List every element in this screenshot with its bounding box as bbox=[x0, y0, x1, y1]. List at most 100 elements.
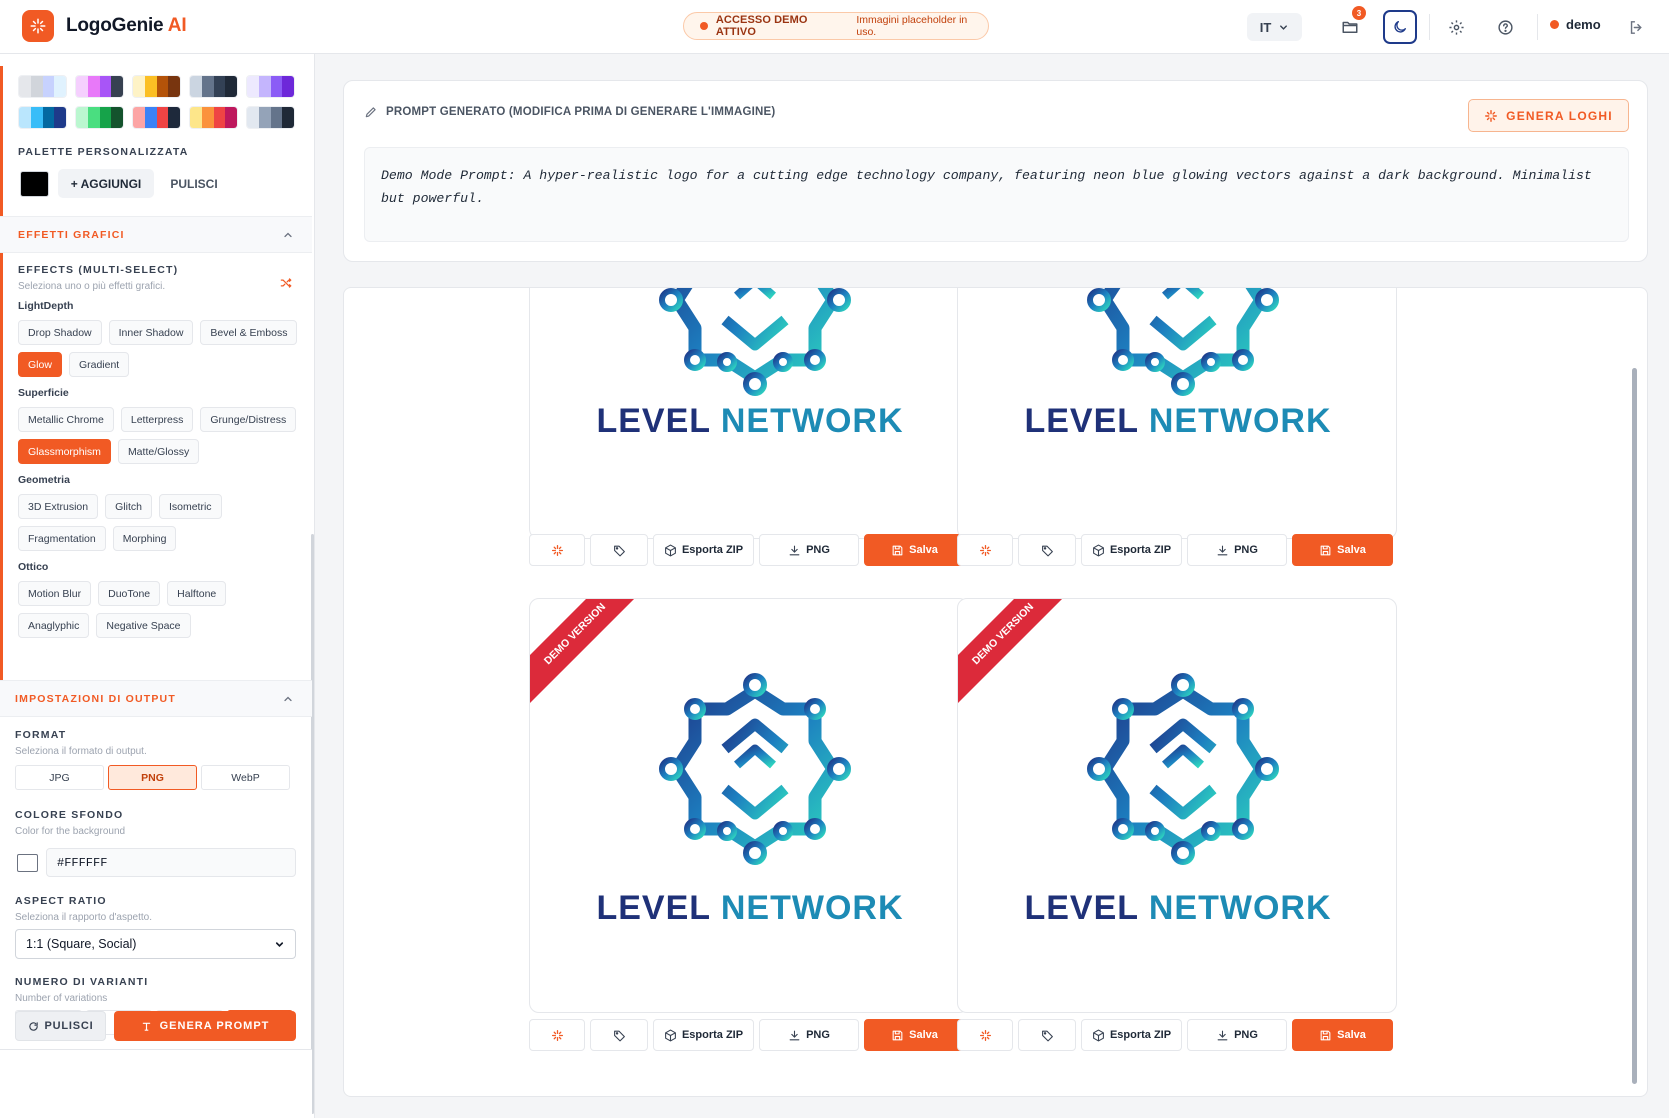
effects-section-header[interactable]: EFFETTI GRAFICI bbox=[0, 216, 312, 253]
online-dot bbox=[1550, 20, 1559, 29]
effect-chip[interactable]: Grunge/Distress bbox=[200, 407, 297, 432]
save-button[interactable]: Salva bbox=[1292, 1019, 1393, 1051]
tag-button[interactable] bbox=[1018, 1019, 1076, 1051]
results-panel: LEVEL NETWORK Esporta ZIP PNG Salva LEVEL NE… bbox=[343, 287, 1648, 1097]
generate-logos-button[interactable]: GENERA LOGHI bbox=[1468, 99, 1629, 132]
palette-swatch[interactable] bbox=[132, 75, 181, 98]
package-icon bbox=[1093, 544, 1104, 556]
save-button[interactable]: Salva bbox=[1292, 534, 1393, 566]
output-section-header[interactable]: IMPOSTAZIONI DI OUTPUT bbox=[0, 680, 312, 717]
tag-button[interactable] bbox=[1018, 534, 1076, 566]
palette-swatch[interactable] bbox=[246, 106, 295, 129]
palette-color bbox=[42, 76, 55, 97]
palette-swatch[interactable] bbox=[246, 75, 295, 98]
help-button[interactable] bbox=[1489, 12, 1521, 42]
clear-palette-button[interactable]: PULISCI bbox=[164, 169, 224, 198]
effect-chip[interactable]: Halftone bbox=[167, 581, 227, 606]
effect-chip[interactable]: Letterpress bbox=[120, 407, 194, 432]
palette-color bbox=[54, 76, 66, 97]
download-png-button[interactable]: PNG bbox=[759, 1019, 859, 1051]
format-option[interactable]: PNG bbox=[108, 765, 197, 790]
palette-swatch[interactable] bbox=[189, 75, 238, 98]
color-picker[interactable] bbox=[20, 171, 49, 197]
user-menu[interactable]: demo bbox=[1550, 17, 1601, 32]
palette-color bbox=[213, 76, 226, 97]
variation-button[interactable] bbox=[529, 534, 585, 566]
effect-chip[interactable]: Motion Blur bbox=[18, 581, 92, 606]
effect-chip[interactable]: Metallic Chrome bbox=[18, 407, 114, 432]
language-select[interactable]: IT bbox=[1247, 13, 1302, 41]
palette-swatch[interactable] bbox=[18, 106, 67, 129]
effect-chip[interactable]: Negative Space bbox=[96, 613, 191, 638]
effect-chip[interactable]: Matte/Glossy bbox=[117, 439, 200, 464]
effect-chip[interactable]: Anaglyphic bbox=[18, 613, 90, 638]
export-zip-button[interactable]: Esporta ZIP bbox=[653, 534, 754, 566]
variation-button[interactable] bbox=[529, 1019, 585, 1051]
logo-word-1: LEVEL bbox=[596, 402, 711, 440]
generate-prompt-button[interactable]: GENERA PROMPT bbox=[114, 1011, 296, 1041]
effect-chip[interactable]: Inner Shadow bbox=[108, 320, 194, 345]
sparkles-icon[interactable] bbox=[22, 10, 54, 42]
sparkles-icon bbox=[551, 544, 563, 556]
format-option[interactable]: WebP bbox=[201, 765, 290, 790]
add-color-button[interactable]: + AGGIUNGI bbox=[58, 169, 154, 198]
clear-all-button[interactable]: PULISCI bbox=[15, 1011, 106, 1041]
effect-chip[interactable]: Glitch bbox=[105, 494, 152, 519]
settings-button[interactable] bbox=[1440, 12, 1472, 42]
effect-chip[interactable]: Fragmentation bbox=[18, 526, 106, 551]
logout-button[interactable] bbox=[1620, 12, 1652, 42]
effect-chip[interactable]: Gradient bbox=[68, 352, 130, 377]
palette-swatch[interactable] bbox=[75, 75, 124, 98]
save-button[interactable]: Salva bbox=[864, 534, 965, 566]
download-png-button[interactable]: PNG bbox=[759, 534, 859, 566]
palette-color bbox=[225, 76, 237, 97]
download-icon bbox=[1217, 1030, 1228, 1040]
projects-badge: 3 bbox=[1352, 6, 1366, 20]
effect-chip[interactable]: Glow bbox=[18, 352, 62, 377]
effect-chip[interactable]: Bevel & Emboss bbox=[200, 320, 298, 345]
prompt-textarea[interactable]: Demo Mode Prompt: A hyper-realistic logo… bbox=[364, 147, 1629, 242]
effect-chip[interactable]: Isometric bbox=[158, 494, 222, 519]
palette-color bbox=[87, 107, 100, 128]
bg-color-swatch[interactable] bbox=[17, 854, 38, 872]
sidebar-scrollbar[interactable] bbox=[311, 534, 314, 1114]
palette-swatch[interactable] bbox=[189, 106, 238, 129]
bg-color-input[interactable]: #FFFFFF bbox=[46, 848, 296, 877]
variation-button[interactable] bbox=[957, 1019, 1013, 1051]
palette-swatch[interactable] bbox=[18, 75, 67, 98]
custom-palette-label: PALETTE PERSONALIZZATA bbox=[18, 146, 189, 158]
effect-chip[interactable]: 3D Extrusion bbox=[18, 494, 99, 519]
export-zip-button[interactable]: Esporta ZIP bbox=[1081, 1019, 1182, 1051]
aspect-ratio-select[interactable]: 1:1 (Square, Social) bbox=[15, 929, 296, 959]
logo-mark-image bbox=[655, 669, 855, 869]
help-circle-icon bbox=[1497, 19, 1513, 35]
effect-chip[interactable]: Glassmorphism bbox=[18, 439, 111, 464]
export-zip-button[interactable]: Esporta ZIP bbox=[653, 1019, 754, 1051]
download-png-button[interactable]: PNG bbox=[1187, 534, 1287, 566]
results-scrollbar[interactable] bbox=[1632, 368, 1637, 1084]
shuffle-icon[interactable] bbox=[279, 276, 293, 290]
palette-swatch[interactable] bbox=[132, 106, 181, 129]
download-png-label: PNG bbox=[806, 544, 830, 556]
palette-color bbox=[144, 107, 157, 128]
tag-button[interactable] bbox=[590, 534, 648, 566]
logo-result-card[interactable]: LEVEL NETWORK bbox=[957, 288, 1397, 539]
variation-button[interactable] bbox=[957, 534, 1013, 566]
theme-toggle[interactable] bbox=[1383, 10, 1417, 44]
logo-word-2: NETWORK bbox=[720, 402, 904, 440]
effect-chip[interactable]: Morphing bbox=[112, 526, 177, 551]
effect-chip[interactable]: DuoTone bbox=[98, 581, 161, 606]
logo-result-card[interactable]: LEVEL NETWORK DEMO VERSION bbox=[957, 598, 1397, 1013]
logo-word-1: LEVEL bbox=[1024, 889, 1139, 927]
brand-name[interactable]: LogoGenie AI bbox=[66, 15, 187, 37]
download-png-button[interactable]: PNG bbox=[1187, 1019, 1287, 1051]
projects-button[interactable]: 3 bbox=[1334, 6, 1366, 42]
logo-result-card[interactable]: LEVEL NETWORK DEMO VERSION bbox=[529, 598, 969, 1013]
tag-button[interactable] bbox=[590, 1019, 648, 1051]
palette-swatch[interactable] bbox=[75, 106, 124, 129]
effect-chip[interactable]: Drop Shadow bbox=[18, 320, 102, 345]
logo-result-card[interactable]: LEVEL NETWORK bbox=[529, 288, 969, 539]
export-zip-button[interactable]: Esporta ZIP bbox=[1081, 534, 1182, 566]
format-option[interactable]: JPG bbox=[15, 765, 104, 790]
save-button[interactable]: Salva bbox=[864, 1019, 965, 1051]
